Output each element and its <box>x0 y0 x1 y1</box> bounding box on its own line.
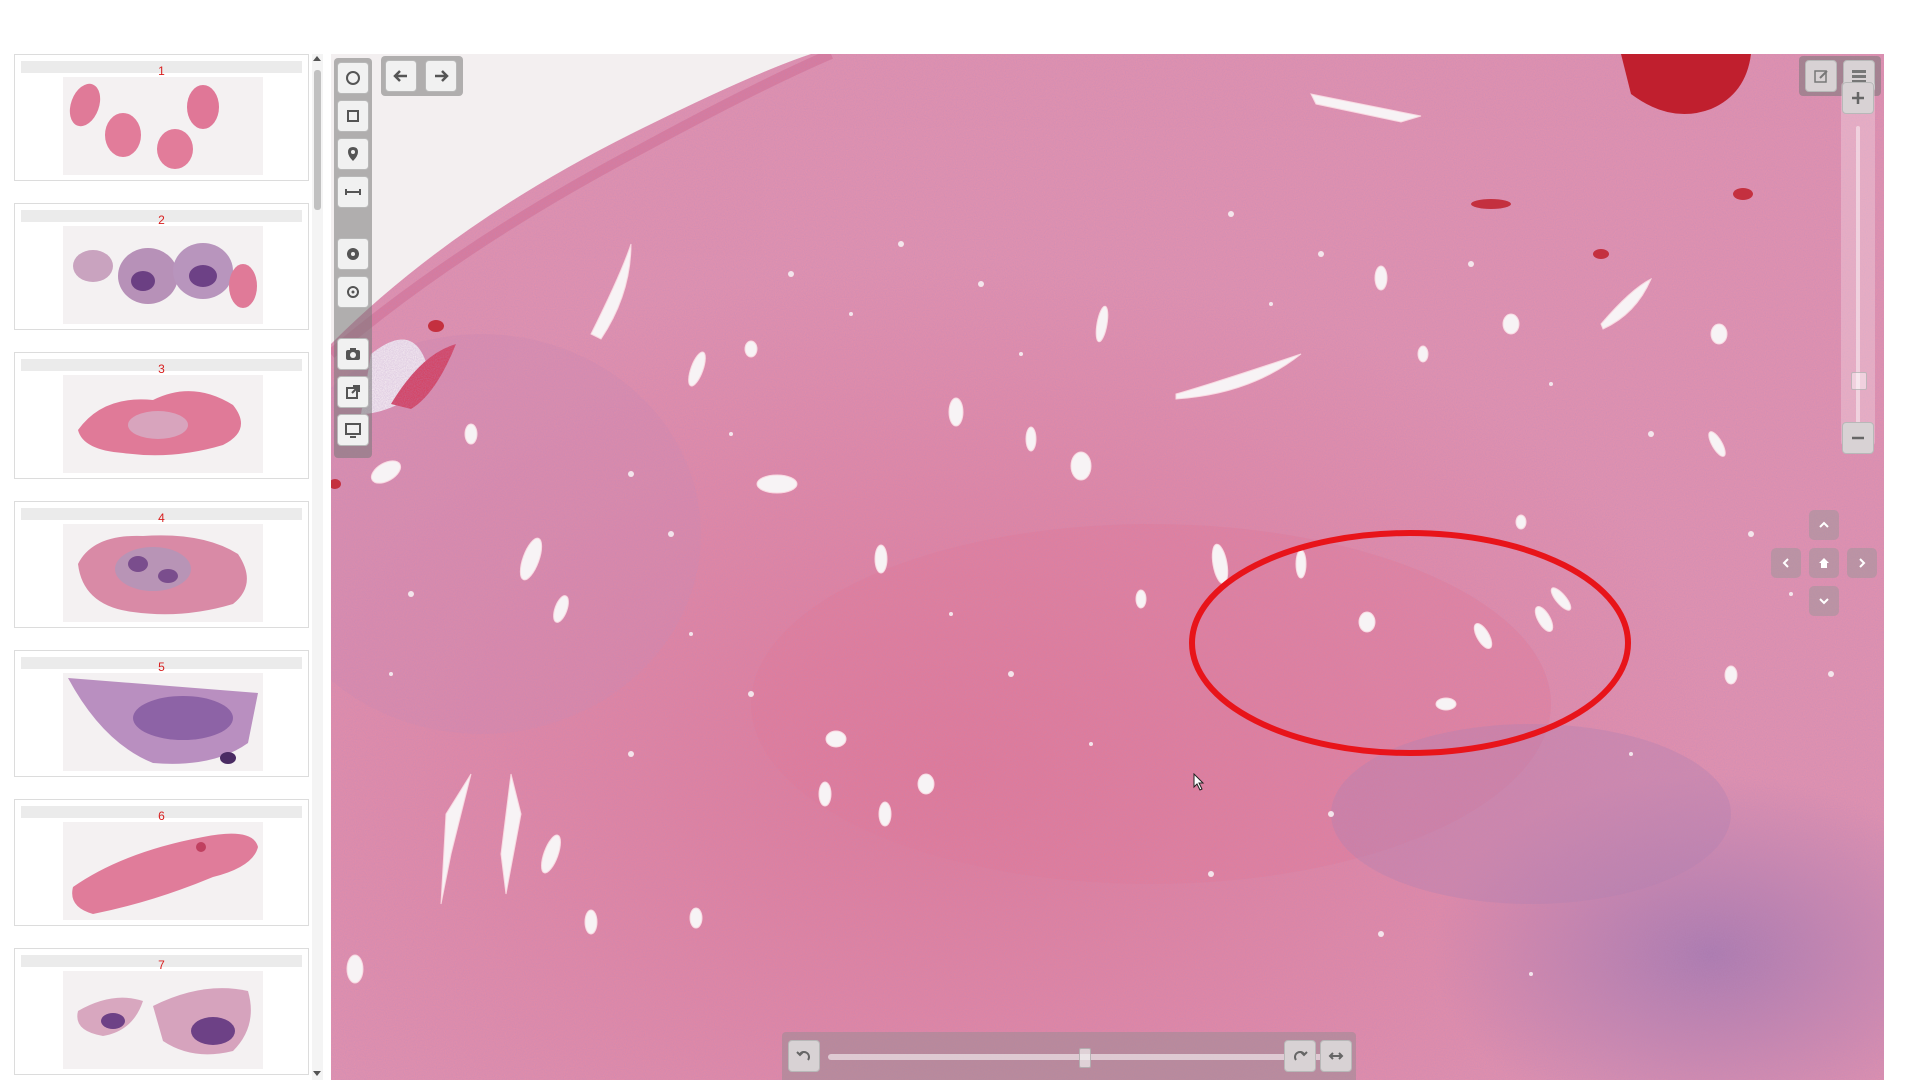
thumbnail-scrollbar[interactable] <box>312 54 323 1080</box>
pan-right-icon[interactable] <box>1847 548 1877 578</box>
zoom-in-icon[interactable] <box>1842 82 1874 114</box>
monitor-icon[interactable] <box>337 414 369 446</box>
pan-left-icon[interactable] <box>1771 548 1801 578</box>
slide-thumbnail[interactable]: 6 <box>14 799 309 926</box>
home-icon[interactable] <box>1809 548 1839 578</box>
slide-thumbnail[interactable]: 5 <box>14 650 309 777</box>
rotate-left-icon[interactable] <box>788 1040 820 1072</box>
slide-thumbnail[interactable]: 2 <box>14 203 309 330</box>
thumbnail-image <box>63 524 263 622</box>
arrow-left-icon[interactable] <box>385 60 417 92</box>
slide-thumbnail[interactable]: 3 <box>14 352 309 479</box>
circle-tool-icon[interactable] <box>337 62 369 94</box>
tissue-image <box>331 54 1884 1080</box>
pan-down-icon[interactable] <box>1809 586 1839 616</box>
thumbnail-number-bar: 4 <box>21 508 302 525</box>
scroll-up-arrow-icon[interactable] <box>313 56 321 61</box>
zoom-slider-thumb[interactable] <box>1851 372 1867 390</box>
slide-viewer[interactable] <box>331 54 1884 1080</box>
history-navigation <box>381 56 463 96</box>
annotation-toolbar <box>334 58 372 458</box>
thumbnail-image <box>63 971 263 1069</box>
rectangle-tool-icon[interactable] <box>337 100 369 132</box>
slide-thumbnail[interactable]: 7 <box>14 948 309 1075</box>
ruler-line-icon[interactable] <box>337 176 369 208</box>
camera-icon[interactable] <box>337 338 369 370</box>
arrow-right-icon[interactable] <box>425 60 457 92</box>
thumbnail-number: 5 <box>158 660 165 674</box>
thumbnail-number: 6 <box>158 809 165 823</box>
adjust-gear-icon[interactable] <box>337 276 369 308</box>
thumbnail-number-bar: 6 <box>21 806 302 823</box>
external-link-icon[interactable] <box>337 376 369 408</box>
slide-thumbnail-panel: 1 2 3 4 5 6 7 <box>14 54 311 1080</box>
edit-annotation-icon[interactable] <box>1805 60 1837 92</box>
thumbnail-number-bar: 1 <box>21 61 302 78</box>
thumbnail-number: 4 <box>158 511 165 525</box>
thumbnail-image <box>63 673 263 771</box>
thumbnail-number-bar: 7 <box>21 955 302 972</box>
marker-pin-icon[interactable] <box>337 138 369 170</box>
thumbnail-number-bar: 5 <box>21 657 302 674</box>
thumbnail-number-bar: 3 <box>21 359 302 376</box>
thumbnail-number: 3 <box>158 362 165 376</box>
slide-thumbnail[interactable]: 1 <box>14 54 309 181</box>
flip-horizontal-icon[interactable] <box>1320 1040 1352 1072</box>
thumbnail-image <box>63 226 263 324</box>
thumbnail-image <box>63 375 263 473</box>
rotate-right-icon[interactable] <box>1284 1040 1316 1072</box>
pan-up-icon[interactable] <box>1809 510 1839 540</box>
mouse-cursor-icon <box>1193 773 1205 791</box>
scrollbar-thumb[interactable] <box>314 70 321 210</box>
thumbnail-number-bar: 2 <box>21 210 302 227</box>
thumbnail-number: 2 <box>158 213 165 227</box>
settings-gear-icon[interactable] <box>337 238 369 270</box>
zoom-out-icon[interactable] <box>1842 422 1874 454</box>
zoom-control <box>1841 82 1875 454</box>
rotation-slider-thumb[interactable] <box>1079 1048 1091 1068</box>
thumbnail-number: 1 <box>158 64 165 78</box>
rotation-control <box>782 1032 1356 1080</box>
slide-thumbnail[interactable]: 4 <box>14 501 309 628</box>
scroll-down-arrow-icon[interactable] <box>313 1071 321 1076</box>
thumbnail-number: 7 <box>158 958 165 972</box>
thumbnail-image <box>63 822 263 920</box>
thumbnail-image <box>63 77 263 175</box>
